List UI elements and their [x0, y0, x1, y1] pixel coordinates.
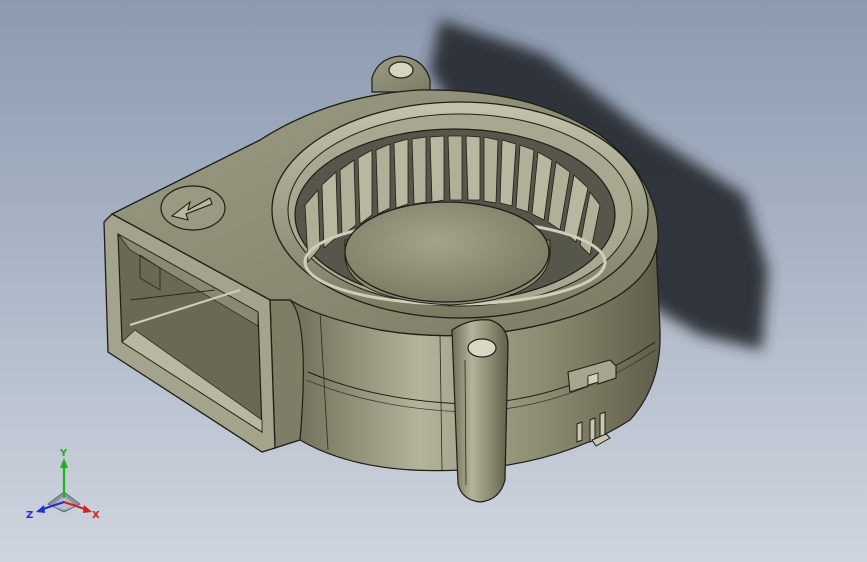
- outlet-duct-side[interactable]: [269, 299, 304, 449]
- graphics-viewport[interactable]: Y X Z: [0, 0, 867, 562]
- front-mounting-hole[interactable]: [467, 338, 497, 358]
- triad-y-arrow-icon: [60, 458, 68, 468]
- triad-z-label: Z: [26, 510, 33, 521]
- triad-z-arrow-icon: [36, 505, 45, 513]
- model-view[interactable]: [0, 0, 867, 562]
- reference-triad[interactable]: Y X Z: [22, 446, 106, 526]
- rear-mounting-hole[interactable]: [388, 61, 414, 79]
- triad-x-arrow-icon: [83, 505, 92, 513]
- triad-y-label: Y: [59, 448, 68, 459]
- motor-hub[interactable]: [344, 201, 550, 303]
- triad-x-label: X: [92, 510, 100, 521]
